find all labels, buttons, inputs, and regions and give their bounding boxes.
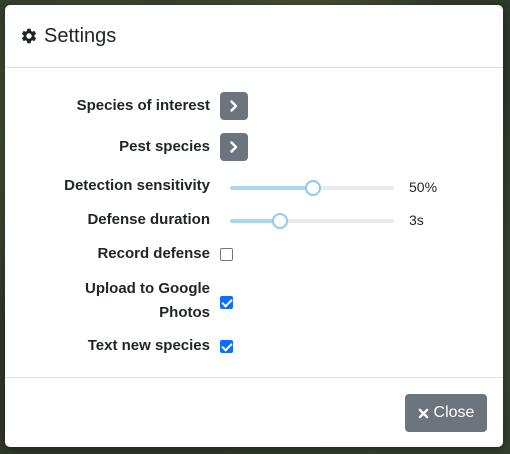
detection-sensitivity-value: 50% — [409, 179, 438, 195]
modal-footer: Close — [5, 377, 503, 447]
text-new-species-label: Text new species — [87, 337, 210, 354]
settings-modal: Settings Species of interest Pest specie… — [5, 5, 503, 447]
upload-google-photos-checkbox[interactable] — [220, 296, 233, 309]
modal-header: Settings — [5, 5, 503, 68]
pest-species-label: Pest species — [119, 138, 210, 155]
slider-thumb[interactable] — [305, 180, 321, 196]
gear-icon — [20, 27, 38, 45]
defense-duration-value: 3s — [409, 212, 424, 228]
chevron-right-icon — [230, 100, 238, 112]
modal-title-text: Settings — [44, 24, 117, 47]
record-defense-checkbox[interactable] — [220, 248, 233, 261]
slider-thumb[interactable] — [272, 213, 289, 229]
defense-duration-slider[interactable] — [230, 213, 394, 229]
upload-google-photos-label: Upload to Google Photos — [85, 280, 210, 321]
detection-sensitivity-label: Detection sensitivity — [64, 177, 210, 194]
defense-duration-label: Defense duration — [87, 211, 210, 228]
close-button-label: Close — [433, 404, 475, 421]
chevron-right-icon — [230, 141, 238, 153]
record-defense-label: Record defense — [97, 245, 210, 262]
modal-body: Species of interest Pest species Detecti… — [5, 68, 503, 376]
modal-title: Settings — [20, 25, 116, 48]
times-icon — [418, 408, 428, 418]
slider-fill — [230, 186, 312, 190]
text-new-species-checkbox[interactable] — [220, 340, 233, 353]
close-button[interactable]: Close — [405, 394, 487, 432]
species-of-interest-label: Species of interest — [76, 97, 210, 114]
detection-sensitivity-slider[interactable] — [230, 180, 394, 196]
species-of-interest-button[interactable] — [220, 92, 248, 120]
pest-species-button[interactable] — [220, 133, 248, 161]
